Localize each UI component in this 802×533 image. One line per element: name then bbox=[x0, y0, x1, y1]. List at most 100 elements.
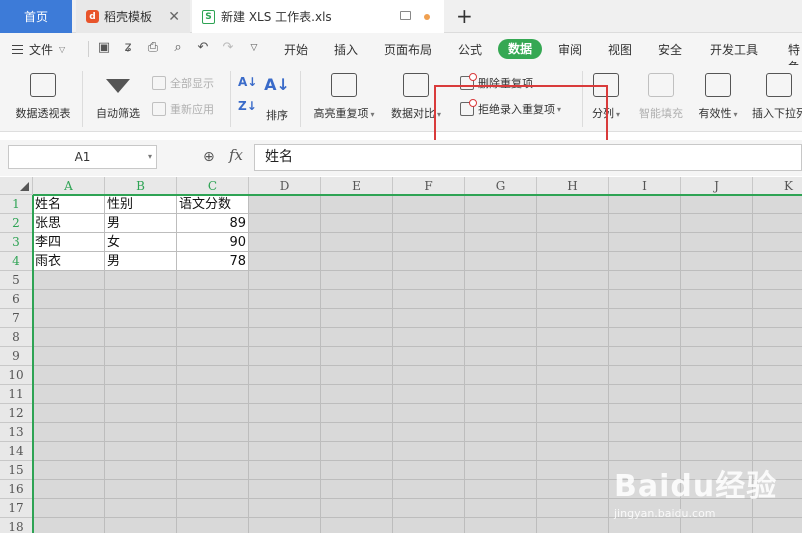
cell-j1[interactable] bbox=[681, 195, 753, 214]
cell-f14[interactable] bbox=[393, 442, 465, 461]
cell-b11[interactable] bbox=[105, 385, 177, 404]
cell-h7[interactable] bbox=[537, 309, 609, 328]
cell-j8[interactable] bbox=[681, 328, 753, 347]
cell-d16[interactable] bbox=[249, 480, 321, 499]
cell-g1[interactable] bbox=[465, 195, 537, 214]
cell-c12[interactable] bbox=[177, 404, 249, 423]
cell-b15[interactable] bbox=[105, 461, 177, 480]
cell-a10[interactable] bbox=[33, 366, 105, 385]
cell-j14[interactable] bbox=[681, 442, 753, 461]
cell-i6[interactable] bbox=[609, 290, 681, 309]
cell-e6[interactable] bbox=[321, 290, 393, 309]
row-header-14[interactable]: 14 bbox=[0, 442, 33, 461]
cell-g6[interactable] bbox=[465, 290, 537, 309]
redo-icon[interactable]: ↷ bbox=[220, 40, 236, 56]
cell-f17[interactable] bbox=[393, 499, 465, 518]
cell-f7[interactable] bbox=[393, 309, 465, 328]
cell-e3[interactable] bbox=[321, 233, 393, 252]
tab-home[interactable]: 首页 bbox=[0, 0, 72, 33]
cell-a11[interactable] bbox=[33, 385, 105, 404]
cell-f5[interactable] bbox=[393, 271, 465, 290]
cell-f1[interactable] bbox=[393, 195, 465, 214]
cell-a6[interactable] bbox=[33, 290, 105, 309]
cell-k8[interactable] bbox=[753, 328, 802, 347]
cell-d15[interactable] bbox=[249, 461, 321, 480]
cell-b14[interactable] bbox=[105, 442, 177, 461]
formula-input[interactable]: 姓名 bbox=[254, 144, 802, 171]
column-header-g[interactable]: G bbox=[465, 177, 537, 195]
cell-h2[interactable] bbox=[537, 214, 609, 233]
cell-a14[interactable] bbox=[33, 442, 105, 461]
cell-g12[interactable] bbox=[465, 404, 537, 423]
cell-g2[interactable] bbox=[465, 214, 537, 233]
cell-h9[interactable] bbox=[537, 347, 609, 366]
cell-k9[interactable] bbox=[753, 347, 802, 366]
cell-d4[interactable] bbox=[249, 252, 321, 271]
highlight-duplicates-button[interactable]: 高亮重复项 ▾ bbox=[308, 73, 380, 121]
cell-c3[interactable]: 90 bbox=[177, 233, 249, 252]
cell-i12[interactable] bbox=[609, 404, 681, 423]
cell-h11[interactable] bbox=[537, 385, 609, 404]
column-header-a[interactable]: A bbox=[33, 177, 105, 195]
cell-c5[interactable] bbox=[177, 271, 249, 290]
monitor-icon[interactable] bbox=[400, 11, 411, 20]
row-header-13[interactable]: 13 bbox=[0, 423, 33, 442]
cell-a3[interactable]: 李四 bbox=[33, 233, 105, 252]
cell-g16[interactable] bbox=[465, 480, 537, 499]
file-menu-button[interactable]: 文件 ▽ bbox=[12, 41, 65, 58]
insert-dropdown-button[interactable]: 插入下拉列表 bbox=[752, 73, 802, 121]
cell-f11[interactable] bbox=[393, 385, 465, 404]
cell-d7[interactable] bbox=[249, 309, 321, 328]
cell-b16[interactable] bbox=[105, 480, 177, 499]
column-header-j[interactable]: J bbox=[681, 177, 753, 195]
cell-a2[interactable]: 张思 bbox=[33, 214, 105, 233]
column-header-b[interactable]: B bbox=[105, 177, 177, 195]
cell-g5[interactable] bbox=[465, 271, 537, 290]
chevron-down-icon[interactable]: ▾ bbox=[148, 146, 152, 168]
cell-k13[interactable] bbox=[753, 423, 802, 442]
menu-data-active[interactable]: 数据 bbox=[498, 39, 542, 59]
cell-c9[interactable] bbox=[177, 347, 249, 366]
cell-k2[interactable] bbox=[753, 214, 802, 233]
cell-g17[interactable] bbox=[465, 499, 537, 518]
cell-a18[interactable] bbox=[33, 518, 105, 533]
cell-f4[interactable] bbox=[393, 252, 465, 271]
cell-c16[interactable] bbox=[177, 480, 249, 499]
select-all-corner[interactable] bbox=[0, 177, 33, 195]
zoom-icon[interactable]: ⊕ bbox=[203, 149, 215, 165]
cell-k10[interactable] bbox=[753, 366, 802, 385]
save-icon[interactable]: ▣ bbox=[96, 40, 112, 56]
cell-e12[interactable] bbox=[321, 404, 393, 423]
cell-h13[interactable] bbox=[537, 423, 609, 442]
cell-a8[interactable] bbox=[33, 328, 105, 347]
cell-e18[interactable] bbox=[321, 518, 393, 533]
cell-i3[interactable] bbox=[609, 233, 681, 252]
cell-i5[interactable] bbox=[609, 271, 681, 290]
cell-h14[interactable] bbox=[537, 442, 609, 461]
cell-b7[interactable] bbox=[105, 309, 177, 328]
cell-b5[interactable] bbox=[105, 271, 177, 290]
cell-d12[interactable] bbox=[249, 404, 321, 423]
cell-c17[interactable] bbox=[177, 499, 249, 518]
menu-formula[interactable]: 公式 bbox=[458, 41, 482, 58]
cell-b8[interactable] bbox=[105, 328, 177, 347]
cell-h15[interactable] bbox=[537, 461, 609, 480]
cell-k1[interactable] bbox=[753, 195, 802, 214]
cell-f12[interactable] bbox=[393, 404, 465, 423]
cell-f6[interactable] bbox=[393, 290, 465, 309]
cell-h16[interactable] bbox=[537, 480, 609, 499]
row-header-5[interactable]: 5 bbox=[0, 271, 33, 290]
column-header-h[interactable]: H bbox=[537, 177, 609, 195]
cell-b10[interactable] bbox=[105, 366, 177, 385]
tab-xls-workbook[interactable]: S 新建 XLS 工作表.xls bbox=[192, 0, 444, 33]
cell-b2[interactable]: 男 bbox=[105, 214, 177, 233]
cell-i9[interactable] bbox=[609, 347, 681, 366]
cell-j6[interactable] bbox=[681, 290, 753, 309]
menu-insert[interactable]: 插入 bbox=[334, 41, 358, 58]
cell-e14[interactable] bbox=[321, 442, 393, 461]
cell-h12[interactable] bbox=[537, 404, 609, 423]
cell-a7[interactable] bbox=[33, 309, 105, 328]
cell-d11[interactable] bbox=[249, 385, 321, 404]
cell-c15[interactable] bbox=[177, 461, 249, 480]
cell-a9[interactable] bbox=[33, 347, 105, 366]
